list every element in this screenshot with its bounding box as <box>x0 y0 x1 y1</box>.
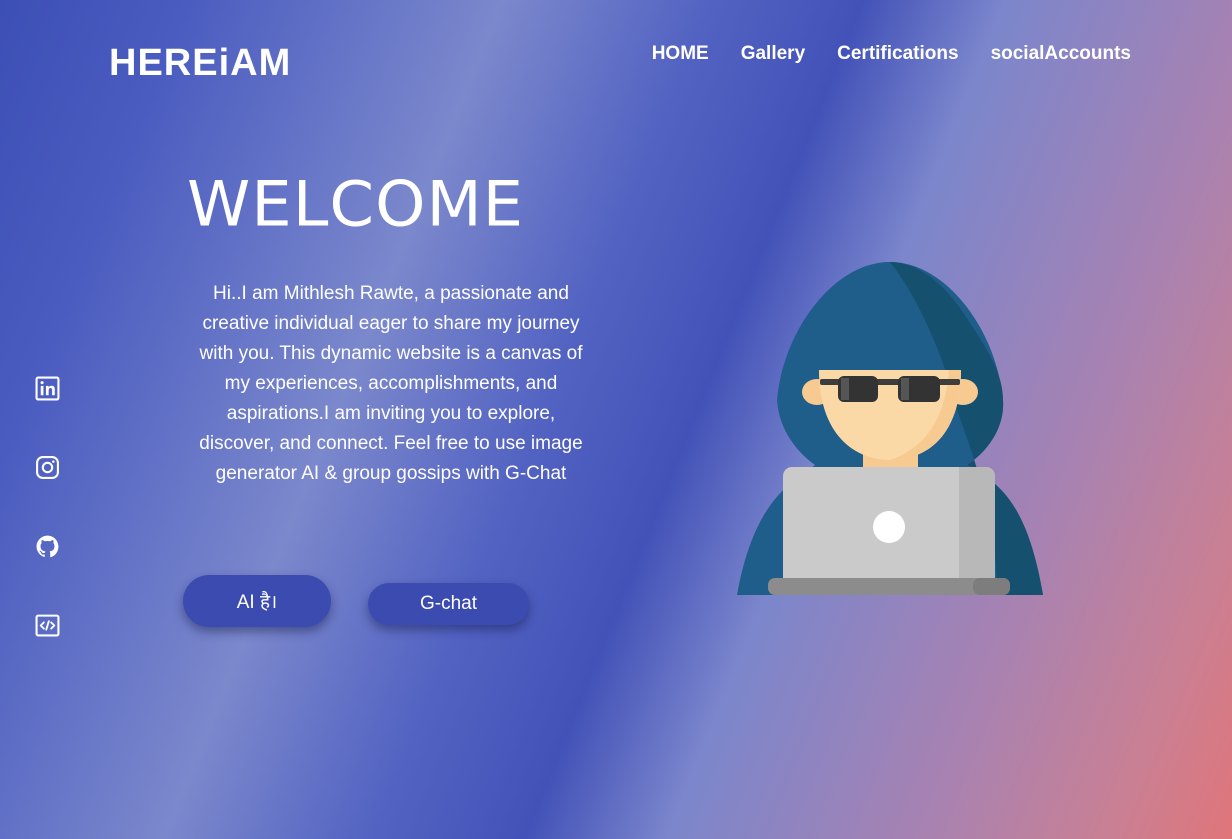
nav-certifications[interactable]: Certifications <box>837 42 958 66</box>
page-title: WELCOME <box>187 168 525 242</box>
site-logo[interactable]: HEREiAM <box>109 40 291 86</box>
hacker-illustration <box>735 260 1045 600</box>
intro-text: Hi..I am Mithlesh Rawte, a passionate an… <box>199 283 583 484</box>
nav-home[interactable]: HOME <box>652 42 709 66</box>
main-nav: HOME Gallery Certifications socialAccoun… <box>652 42 1131 66</box>
code-icon[interactable] <box>35 613 60 638</box>
ai-button[interactable]: AI है। <box>183 575 331 627</box>
nav-gallery[interactable]: Gallery <box>741 42 805 66</box>
nav-social-accounts[interactable]: socialAccounts <box>991 42 1131 66</box>
github-icon[interactable] <box>35 534 60 559</box>
g-chat-button[interactable]: G-chat <box>368 583 529 625</box>
instagram-icon[interactable] <box>35 455 60 480</box>
social-links <box>35 376 60 638</box>
linkedin-icon[interactable] <box>35 376 60 401</box>
